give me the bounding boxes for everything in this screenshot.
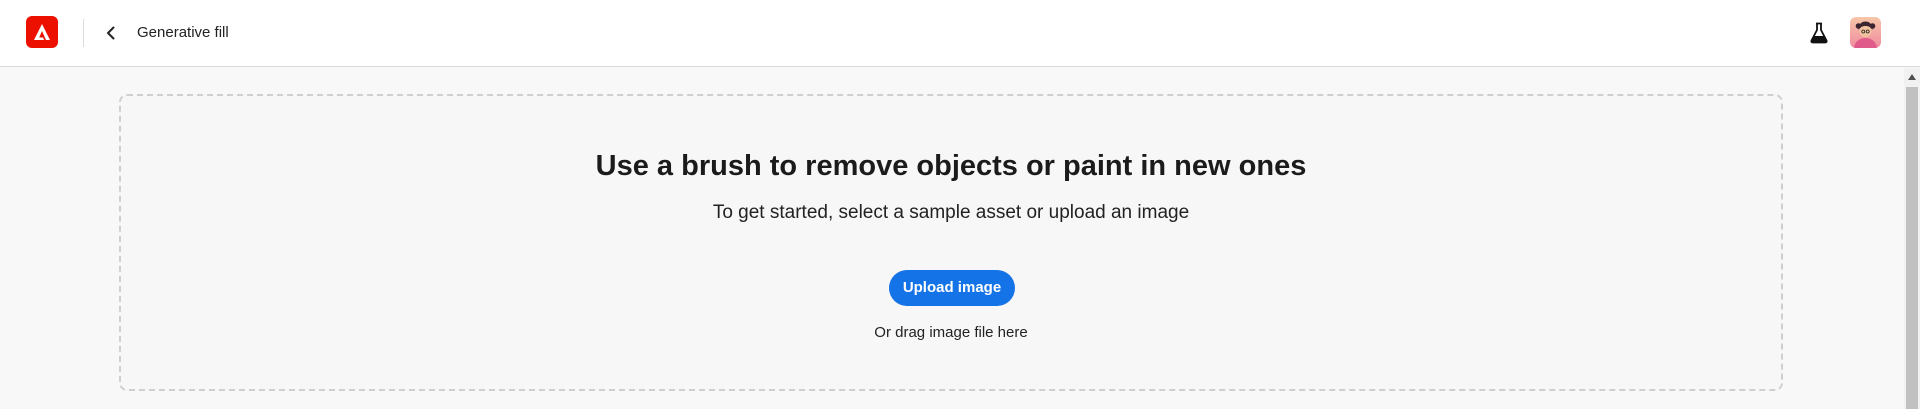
dropzone-subhead: To get started, select a sample asset or… [712,202,1190,223]
page-title: Generative fill [137,24,229,41]
main-content: Use a brush to remove objects or paint i… [0,68,1904,409]
chevron-left-icon [107,26,115,40]
header-divider [83,19,84,47]
scroll-up-button[interactable] [1904,72,1920,82]
avatar-icon [1850,17,1881,48]
user-avatar[interactable] [1850,17,1881,48]
back-button[interactable] [100,20,122,46]
upload-dropzone[interactable]: Use a brush to remove objects or paint i… [119,94,1783,391]
vertical-scrollbar[interactable] [1904,68,1920,409]
dropzone-headline: Use a brush to remove objects or paint i… [595,150,1307,182]
scrollbar-thumb[interactable] [1906,87,1918,409]
flask-icon [1810,22,1828,44]
upload-image-button[interactable]: Upload image [889,270,1015,306]
scroll-up-arrow-icon [1908,74,1916,80]
drag-hint: Or drag image file here [874,324,1028,341]
adobe-express-logo-icon[interactable] [26,16,58,48]
labs-button[interactable] [1807,20,1831,46]
adobe-logo-glyph-icon [34,24,50,40]
top-bar: Generative fill [0,0,1920,67]
